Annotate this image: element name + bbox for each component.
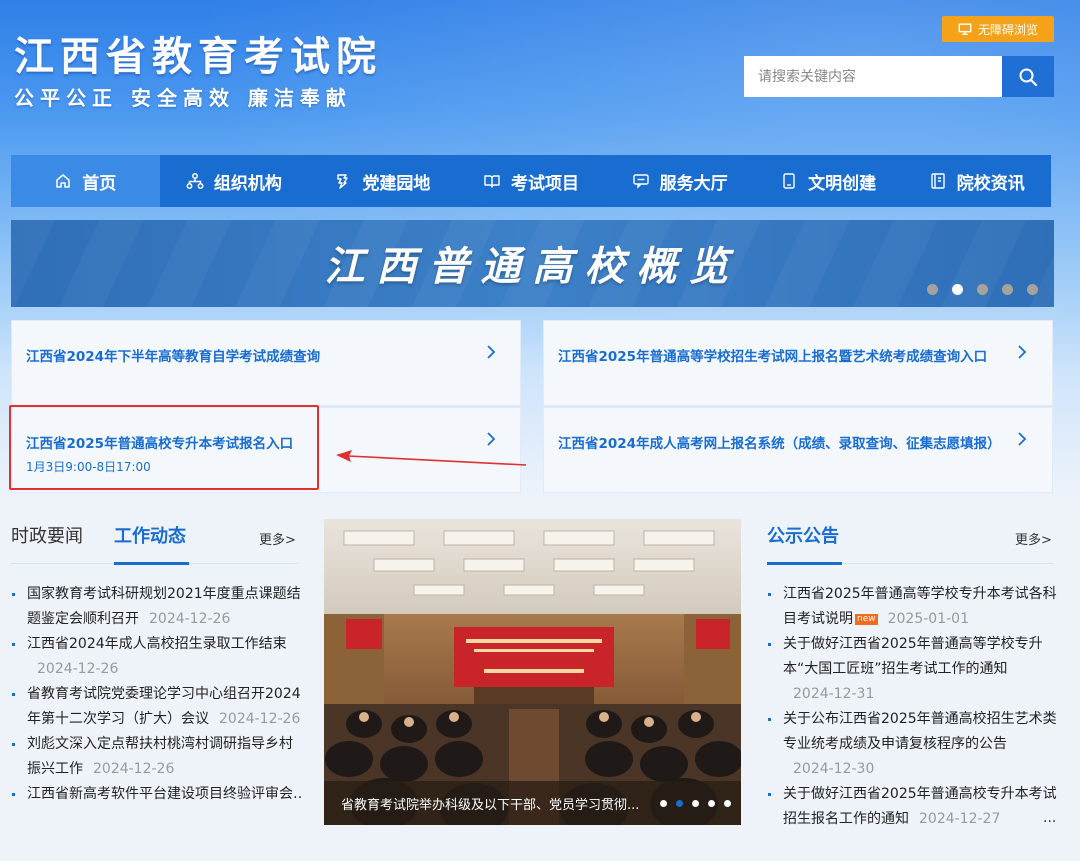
home-icon [56, 174, 71, 188]
accessibility-button[interactable]: 无障碍浏览 [942, 16, 1054, 42]
banner-dot-active[interactable] [952, 284, 963, 295]
document-icon [931, 173, 945, 189]
announcement-title: 关于做好江西省2025年普通高等学校专升本“大国工匠班”招生考试工作的通知 [783, 636, 1043, 677]
photo-caption[interactable]: 省教育考试院举办科级及以下干部、党员学习贯彻... [341, 794, 659, 813]
photo-dot[interactable] [660, 800, 667, 807]
list-item[interactable]: 刘彪文深入定点帮扶村桃湾村调研指导乡村振兴工作 2024-12-26 [11, 732, 301, 782]
more-link-right[interactable]: 更多> [1015, 529, 1052, 548]
banner-title: 江西普通高校概览 [324, 243, 741, 290]
work-news-list: 国家教育考试科研规划2021年度重点课题结题鉴定会顺利召开 2024-12-26 … [11, 582, 301, 807]
nav-item-service-hall[interactable]: 服务大厅 [605, 155, 754, 207]
list-item[interactable]: 关于做好江西省2025年普通高校专升本考试招生报名工作的通知 2024-12-27 [767, 782, 1057, 832]
more-link-left[interactable]: 更多> [259, 529, 296, 548]
news-date: 2024-12-26 [149, 611, 231, 627]
nav-label: 服务大厅 [659, 173, 728, 194]
announcement-date: 2024-12-30 [793, 761, 875, 777]
footer-strip [0, 850, 1080, 861]
nav-item-civilization[interactable]: 文明创建 [754, 155, 903, 207]
quick-link-title: 江西省2024年成人高考网上报名系统（成绩、录取查询、征集志愿填报） [558, 436, 1001, 452]
meeting-photo [324, 519, 741, 825]
site-title[interactable]: 江西省教育考试院 [14, 24, 382, 82]
photo-dot-active[interactable] [676, 800, 683, 807]
banner-dot[interactable] [977, 284, 988, 295]
news-date: 2024-12-26 [219, 711, 301, 727]
photo-pagination [660, 800, 731, 807]
list-item[interactable]: 省教育考试院党委理论学习中心组召开2024年第十二次学习（扩大）会议 2024-1… [11, 682, 301, 732]
search-icon [1019, 68, 1038, 86]
quick-link-self-exam-scores[interactable]: 江西省2024年下半年高等教育自学考试成绩查询 [11, 320, 521, 406]
chat-service-icon [632, 174, 649, 189]
announcement-date: 2025-01-01 [887, 611, 969, 627]
nav-label: 党建园地 [362, 173, 431, 194]
page: 江西省教育考试院 公平公正 安全高效 廉洁奉献 无障碍浏览 首页 [0, 0, 1080, 861]
news-title: 江西省2024年成人高校招生录取工作结束 [27, 636, 287, 652]
photo-dot[interactable] [724, 800, 731, 807]
red-arrow-annotation [336, 450, 527, 466]
site-slogan: 公平公正 安全高效 廉洁奉献 [14, 86, 352, 110]
photo-caption-bar: 省教育考试院举办科级及以下干部、党员学习贯彻... [324, 781, 741, 825]
nav-label: 院校资讯 [956, 173, 1025, 194]
active-tab-underline [767, 562, 842, 565]
news-date: 2024-12-26 [93, 761, 175, 777]
list-item[interactable]: 江西省2025年普通高等学校专升本考试各科目考试说明 new 2025-01-01 [767, 582, 1057, 632]
photo-dot[interactable] [692, 800, 699, 807]
party-building-icon [337, 174, 349, 189]
nav-label: 组织机构 [213, 173, 282, 194]
news-title: 江西省新高考软件平台建设项目终验评审会… [27, 786, 301, 802]
tab-announcements[interactable]: 公示公告 [767, 522, 839, 548]
nav-item-school-news[interactable]: 院校资讯 [902, 155, 1051, 207]
list-item[interactable]: 江西省2024年成人高校招生录取工作结束 2024-12-26 [11, 632, 301, 682]
quick-link-subtitle: 1月3日9:00-8日17:00 [26, 460, 151, 474]
active-tab-underline [114, 562, 189, 565]
nav-item-exams[interactable]: 考试项目 [457, 155, 606, 207]
monitor-icon [958, 23, 972, 35]
new-badge: new [855, 614, 878, 625]
chevron-right-icon [1018, 345, 1027, 359]
banner-dot[interactable] [1027, 284, 1038, 295]
banner-pagination [927, 284, 1038, 295]
chevron-right-icon [1018, 432, 1027, 446]
chevron-right-icon [487, 432, 496, 446]
nav-item-home[interactable]: 首页 [11, 155, 160, 207]
more-ellipsis: ... [1043, 810, 1057, 826]
list-item[interactable]: 江西省新高考软件平台建设项目终验评审会… [11, 782, 301, 807]
quick-link-art-exam-scores[interactable]: 江西省2025年普通高等学校招生考试网上报名暨艺术统考成绩查询入口 [543, 320, 1053, 406]
tab-political-news[interactable]: 时政要闻 [11, 522, 83, 548]
accessibility-label: 无障碍浏览 [977, 22, 1038, 37]
chevron-right-icon [487, 345, 496, 359]
nav-label: 考试项目 [511, 173, 580, 194]
news-date: 2024-12-26 [37, 661, 119, 677]
quick-link-title: 江西省2025年普通高等学校招生考试网上报名暨艺术统考成绩查询入口 [558, 349, 988, 365]
search-button[interactable] [1002, 56, 1054, 97]
nav-label: 文明创建 [808, 173, 877, 194]
nav-label: 首页 [82, 173, 117, 194]
quick-link-adult-exam-system[interactable]: 江西省2024年成人高考网上报名系统（成绩、录取查询、征集志愿填报） [543, 407, 1053, 493]
nav-item-party-building[interactable]: 党建园地 [308, 155, 457, 207]
search-input[interactable] [744, 56, 1002, 97]
announcement-date: 2024-12-31 [793, 686, 875, 702]
org-chart-icon [186, 173, 204, 189]
announcement-title: 关于公布江西省2025年普通高校招生艺术类专业统考成绩及申请复核程序的公告 [783, 711, 1057, 752]
hero-banner[interactable]: 江西普通高校概览 [11, 220, 1054, 307]
nav-item-organization[interactable]: 组织机构 [160, 155, 309, 207]
list-item[interactable]: 关于做好江西省2025年普通高等学校专升本“大国工匠班”招生考试工作的通知 202… [767, 632, 1057, 707]
quick-link-title: 江西省2024年下半年高等教育自学考试成绩查询 [26, 349, 321, 365]
main-nav: 首页 组织机构 党建园地 考试项目 服务大厅 文明创建 院校资讯 [11, 155, 1051, 207]
tablet-icon [783, 173, 795, 189]
photo-dot[interactable] [708, 800, 715, 807]
list-item[interactable]: 关于公布江西省2025年普通高校招生艺术类专业统考成绩及申请复核程序的公告 202… [767, 707, 1057, 782]
tab-work-updates[interactable]: 工作动态 [114, 522, 186, 548]
news-photo-slider[interactable]: 省教育考试院举办科级及以下干部、党员学习贯彻... [324, 519, 741, 825]
announcement-list: 江西省2025年普通高等学校专升本考试各科目考试说明 new 2025-01-01 … [767, 582, 1057, 832]
announcement-date: 2024-12-27 [919, 811, 1001, 827]
list-item[interactable]: 国家教育考试科研规划2021年度重点课题结题鉴定会顺利召开 2024-12-26 [11, 582, 301, 632]
book-icon [484, 175, 500, 188]
banner-dot[interactable] [927, 284, 938, 295]
quick-link-title: 江西省2025年普通高校专升本考试报名入口 [26, 436, 294, 452]
banner-dot[interactable] [1002, 284, 1013, 295]
